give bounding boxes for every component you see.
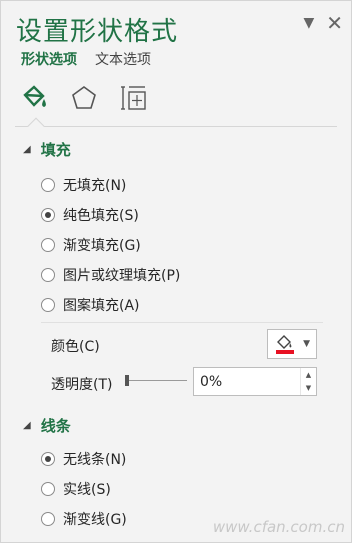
radio-button[interactable] [41,512,55,526]
active-tab-pointer [27,117,45,135]
fill-line-icon[interactable] [19,81,49,115]
radio-label: 无填充(N) [63,178,127,194]
options-tabs: 形状选项 文本选项 [21,49,151,69]
radio-solid-fill[interactable]: 纯色填充(S) [41,205,139,225]
section-title-line: 线条 [40,417,71,435]
color-label: 颜色(C) [51,339,100,355]
radio-no-line[interactable]: 无线条(N) [41,449,126,469]
radio-button[interactable] [41,178,55,192]
title-controls: ▼ ✕ [303,13,343,33]
spin-buttons: ▲ ▼ [300,368,316,395]
spin-up-icon[interactable]: ▲ [301,368,316,382]
tab-text-options[interactable]: 文本选项 [95,49,151,69]
radio-label: 纯色填充(S) [63,208,139,224]
size-properties-icon[interactable] [119,81,149,115]
radio-button[interactable] [41,268,55,282]
radio-gradient-line[interactable]: 渐变线(G) [41,509,127,529]
effects-pentagon-icon[interactable] [69,81,99,115]
radio-button[interactable] [41,482,55,496]
section-header-fill[interactable]: ◢ 填充 [23,139,71,160]
fill-color-picker-button[interactable]: ▼ [267,329,317,359]
pane-title: 设置形状格式 [16,17,179,47]
paint-bucket-icon [276,335,294,354]
radio-label: 图案填充(A) [63,298,140,314]
collapse-triangle-icon: ◢ [23,144,31,155]
radio-label: 图片或纹理填充(P) [63,268,181,284]
color-swatch [276,350,294,354]
tab-divider [15,126,337,127]
radio-label: 无线条(N) [63,452,127,468]
collapse-triangle-icon: ◢ [23,420,31,431]
section-header-line[interactable]: ◢ 线条 [23,415,71,436]
watermark: www.cfan.com.cn [212,518,345,536]
radio-picture-texture-fill[interactable]: 图片或纹理填充(P) [41,265,180,285]
transparency-label: 透明度(T) [51,377,113,393]
chevron-down-icon: ▼ [303,339,310,349]
tab-shape-options[interactable]: 形状选项 [21,49,77,69]
radio-solid-line[interactable]: 实线(S) [41,479,111,499]
radio-gradient-fill[interactable]: 渐变填充(G) [41,235,141,255]
section-title-fill: 填充 [40,141,71,159]
radio-button[interactable] [41,208,55,222]
transparency-spin-box: ▲ ▼ [193,367,317,396]
transparency-slider-thumb[interactable] [125,375,129,386]
radio-label: 实线(S) [63,482,111,498]
radio-button[interactable] [41,452,55,466]
task-pane-options-icon[interactable]: ▼ [303,16,314,30]
icon-tabs [19,81,149,115]
radio-no-fill[interactable]: 无填充(N) [41,175,126,195]
radio-pattern-fill[interactable]: 图案填充(A) [41,295,140,315]
spin-down-icon[interactable]: ▼ [301,382,316,396]
radio-label: 渐变填充(G) [63,238,141,254]
radio-button[interactable] [41,298,55,312]
radio-button[interactable] [41,238,55,252]
radio-label: 渐变线(G) [63,512,127,528]
transparency-input[interactable] [194,368,300,395]
transparency-slider-track[interactable] [125,380,187,381]
fill-options-divider [41,322,323,323]
close-icon[interactable]: ✕ [326,13,343,33]
